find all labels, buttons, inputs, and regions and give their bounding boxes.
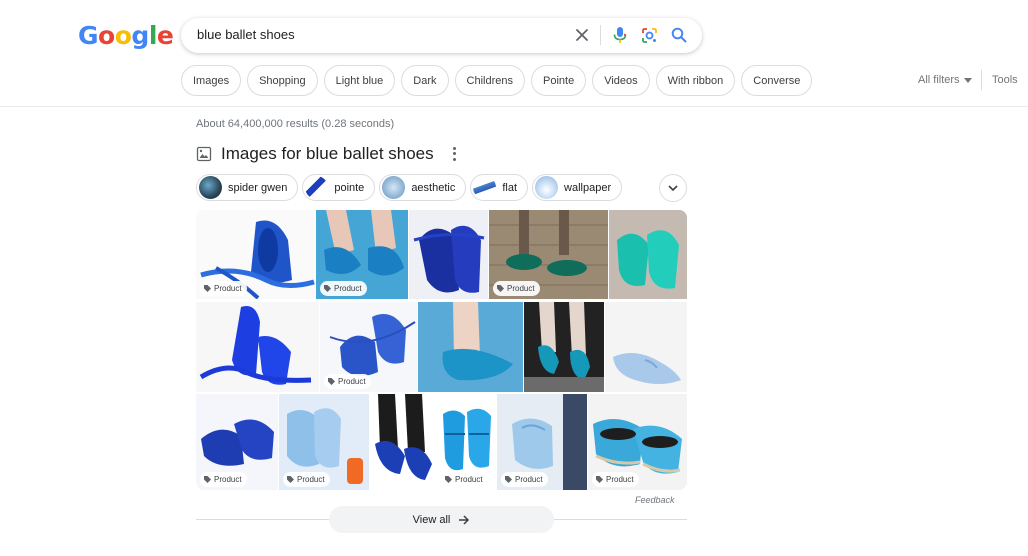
result-stats: About 64,400,000 results (0.28 seconds) bbox=[196, 118, 395, 130]
image-result[interactable]: Product bbox=[196, 210, 315, 299]
product-tag: Product bbox=[441, 472, 488, 487]
logo-letter: G bbox=[78, 21, 99, 50]
product-tag-label: Product bbox=[214, 475, 242, 484]
image-result[interactable] bbox=[370, 394, 436, 490]
tools-divider bbox=[981, 70, 982, 90]
view-all-button[interactable]: View all bbox=[329, 506, 554, 533]
related-chip-pointe[interactable]: pointe bbox=[302, 174, 376, 201]
logo-letter: g bbox=[131, 21, 149, 50]
expand-related-button[interactable] bbox=[659, 174, 687, 202]
image-result[interactable] bbox=[524, 302, 604, 392]
chip-with-ribbon[interactable]: With ribbon bbox=[655, 65, 736, 96]
logo-letter: l bbox=[148, 21, 158, 50]
image-result[interactable]: Product bbox=[320, 302, 417, 392]
microphone-icon[interactable] bbox=[609, 24, 631, 46]
related-thumbnail bbox=[535, 176, 559, 199]
chip-shopping[interactable]: Shopping bbox=[247, 65, 318, 96]
related-thumbnail bbox=[199, 176, 222, 199]
product-tag: Product bbox=[283, 472, 330, 487]
tools-button[interactable]: Tools bbox=[992, 74, 1018, 86]
chip-childrens[interactable]: Childrens bbox=[454, 65, 525, 96]
related-chip-label: spider gwen bbox=[228, 181, 288, 194]
image-result[interactable] bbox=[409, 210, 488, 299]
image-result[interactable] bbox=[418, 302, 523, 392]
chip-dark[interactable]: Dark bbox=[401, 65, 449, 96]
google-logo[interactable]: Google bbox=[78, 21, 174, 51]
search-input[interactable]: blue ballet shoes bbox=[197, 27, 295, 42]
related-thumbnail bbox=[305, 176, 329, 199]
related-searches: spider gwen pointe aesthetic flat wallpa… bbox=[196, 174, 623, 201]
related-chip-label: aesthetic bbox=[411, 181, 456, 194]
related-thumbnail bbox=[473, 176, 497, 199]
search-box[interactable]: blue ballet shoes bbox=[181, 18, 702, 53]
image-icon bbox=[196, 146, 212, 162]
search-divider bbox=[600, 25, 601, 45]
image-result[interactable]: Product bbox=[196, 394, 278, 490]
product-tag-label: Product bbox=[507, 284, 535, 293]
product-tag: Product bbox=[501, 472, 548, 487]
related-chip-wallpaper[interactable]: wallpaper bbox=[532, 174, 623, 201]
product-tag: Product bbox=[324, 374, 371, 389]
chip-converse[interactable]: Converse bbox=[741, 65, 813, 96]
images-section-title: Images for blue ballet shoes bbox=[221, 144, 434, 163]
arrow-right-icon bbox=[459, 514, 470, 525]
filter-chips: Images Shopping Light blue Dark Children… bbox=[181, 65, 813, 96]
chip-images[interactable]: Images bbox=[181, 65, 242, 96]
image-result[interactable]: Product bbox=[588, 394, 687, 490]
related-chip-label: pointe bbox=[334, 181, 365, 194]
header: Google blue ballet shoes Images Shopping… bbox=[0, 0, 1028, 107]
related-chip-label: wallpaper bbox=[564, 181, 612, 194]
image-result[interactable] bbox=[196, 302, 319, 392]
caret-down-icon bbox=[963, 77, 972, 83]
related-chip-aesthetic[interactable]: aesthetic bbox=[379, 174, 467, 201]
product-tag-label: Product bbox=[606, 475, 634, 484]
product-tag: Product bbox=[200, 472, 247, 487]
logo-letter: o bbox=[114, 21, 132, 50]
product-tag-label: Product bbox=[297, 475, 325, 484]
image-result[interactable]: Product bbox=[489, 210, 608, 299]
related-chip-spider-gwen[interactable]: spider gwen bbox=[196, 174, 299, 201]
product-tag-label: Product bbox=[334, 284, 362, 293]
related-chip-label: flat bbox=[502, 181, 518, 194]
image-result[interactable]: Product bbox=[497, 394, 587, 490]
product-tag: Product bbox=[200, 281, 247, 296]
chip-light-blue[interactable]: Light blue bbox=[323, 65, 396, 96]
search-icon[interactable] bbox=[668, 24, 690, 46]
logo-letter: e bbox=[156, 21, 174, 50]
product-tag: Product bbox=[320, 281, 367, 296]
image-result[interactable] bbox=[609, 210, 687, 299]
image-result[interactable]: Product bbox=[279, 394, 369, 490]
image-result[interactable]: Product bbox=[316, 210, 408, 299]
image-result[interactable]: Product bbox=[437, 394, 496, 490]
related-chip-flat[interactable]: flat bbox=[470, 174, 529, 201]
chevron-down-icon bbox=[668, 185, 678, 191]
product-tag-label: Product bbox=[214, 284, 242, 293]
view-all-label: View all bbox=[412, 513, 451, 526]
product-tag: Product bbox=[493, 281, 540, 296]
images-heading: Images for blue ballet shoes bbox=[196, 144, 434, 164]
product-tag: Product bbox=[592, 472, 639, 487]
chip-pointe[interactable]: Pointe bbox=[531, 65, 587, 96]
more-options-icon[interactable] bbox=[451, 146, 457, 162]
related-thumbnail bbox=[382, 176, 406, 199]
all-filters-button[interactable]: All filters bbox=[918, 74, 972, 86]
image-result[interactable] bbox=[605, 302, 687, 392]
feedback-link[interactable]: Feedback bbox=[635, 495, 675, 505]
lens-icon[interactable] bbox=[638, 24, 660, 46]
product-tag-label: Product bbox=[515, 475, 543, 484]
product-tag-label: Product bbox=[338, 377, 366, 386]
close-icon[interactable] bbox=[571, 24, 593, 46]
image-results-grid: Product Product Product Product Product … bbox=[196, 210, 687, 490]
product-tag-label: Product bbox=[455, 475, 483, 484]
chip-videos[interactable]: Videos bbox=[592, 65, 650, 96]
all-filters-label: All filters bbox=[918, 74, 960, 86]
logo-letter: o bbox=[98, 21, 115, 50]
